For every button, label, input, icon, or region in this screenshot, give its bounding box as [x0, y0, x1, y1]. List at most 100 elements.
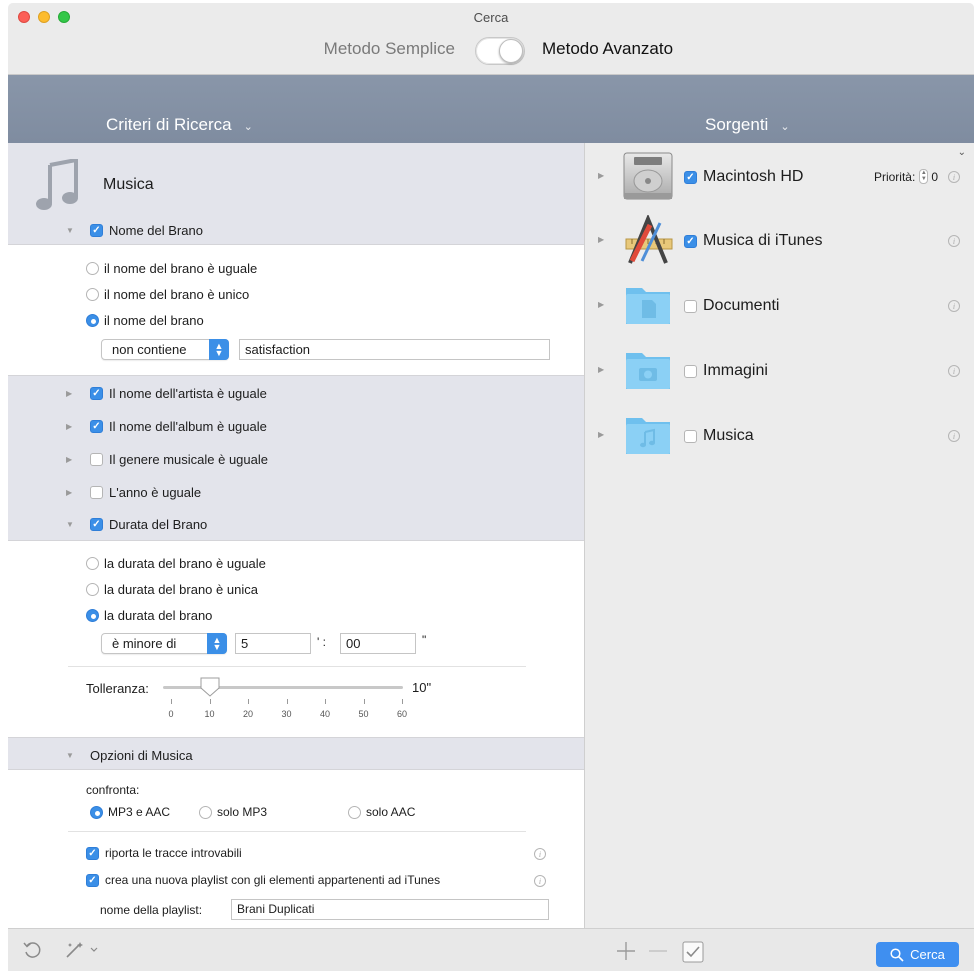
- criteria-checkbox[interactable]: [90, 453, 103, 466]
- criteria-album[interactable]: ▶ ✓ Il nome dell'album è uguale: [66, 419, 267, 434]
- duration-option-equal[interactable]: la durata del brano è uguale: [86, 556, 266, 571]
- info-icon[interactable]: i: [534, 848, 546, 860]
- duration-option-custom[interactable]: la durata del brano: [86, 608, 212, 623]
- info-icon[interactable]: i: [948, 365, 960, 377]
- disclosure-closed-icon[interactable]: ▶: [66, 422, 76, 431]
- song-name-checkbox[interactable]: ✓: [90, 224, 103, 237]
- song-name-option-custom[interactable]: il nome del brano: [86, 313, 204, 328]
- disclosure-closed-icon[interactable]: ▶: [66, 455, 76, 464]
- source-name: Musica: [703, 427, 754, 444]
- criteria-header[interactable]: Criteri di Ricerca ⌄: [106, 115, 253, 135]
- song-name-toggle[interactable]: ▼ ✓ Nome del Brano: [66, 223, 203, 238]
- create-playlist-checkbox[interactable]: ✓: [86, 873, 99, 887]
- compare-aac-only[interactable]: solo AAC: [348, 805, 415, 819]
- music-options-toggle[interactable]: ▼ Opzioni di Musica: [66, 748, 193, 763]
- source-checkbox[interactable]: ✓: [684, 234, 697, 248]
- duration-condition-select[interactable]: è minore di ▲ ▼: [101, 633, 227, 654]
- priority-stepper[interactable]: ▲ ▼: [919, 169, 929, 184]
- song-name-condition-select[interactable]: non contiene ▲ ▼: [101, 339, 229, 360]
- source-checkbox[interactable]: ✓: [684, 170, 697, 184]
- radio-button[interactable]: [90, 805, 103, 819]
- radio-button[interactable]: [86, 288, 99, 301]
- source-row[interactable]: ▶ Musica i: [586, 406, 974, 466]
- duration-minutes-field[interactable]: 5: [235, 633, 311, 654]
- disclosure-closed-icon[interactable]: ▶: [66, 488, 76, 497]
- magic-wand-icon[interactable]: [64, 940, 100, 960]
- add-icon[interactable]: [615, 940, 637, 962]
- disclosure-open-icon[interactable]: ▼: [66, 226, 76, 235]
- playlist-name-field[interactable]: Brani Duplicati: [231, 899, 549, 920]
- source-checkbox[interactable]: [684, 429, 697, 443]
- source-checkbox[interactable]: [684, 299, 697, 313]
- radio-button[interactable]: [86, 583, 99, 596]
- checkbox-label: riporta le tracce introvabili: [105, 846, 242, 860]
- source-row[interactable]: ▶ Documenti i: [586, 276, 974, 336]
- duration-toggle[interactable]: ▼ ✓ Durata del Brano: [66, 517, 207, 532]
- song-name-option-unique[interactable]: il nome del brano è unico: [86, 287, 249, 302]
- criteria-label: Il nome dell'album è uguale: [109, 419, 267, 434]
- radio-button[interactable]: [199, 805, 212, 819]
- remove-icon[interactable]: [647, 940, 669, 962]
- compare-mp3-aac[interactable]: MP3 e AAC: [90, 805, 170, 819]
- source-checkbox[interactable]: [684, 364, 697, 378]
- disclosure-closed-icon[interactable]: ▶: [598, 235, 608, 244]
- duration-checkbox[interactable]: ✓: [90, 518, 103, 531]
- disclosure-open-icon[interactable]: ▼: [66, 751, 76, 760]
- info-icon[interactable]: i: [948, 171, 960, 183]
- criteria-checkbox[interactable]: [90, 486, 103, 499]
- radio-button[interactable]: [348, 805, 361, 819]
- disclosure-closed-icon[interactable]: ▶: [598, 171, 608, 180]
- source-label: Musica: [684, 427, 754, 445]
- radio-button[interactable]: [86, 609, 99, 622]
- create-playlist-option[interactable]: ✓ crea una nuova playlist con gli element…: [86, 873, 440, 887]
- radio-label: la durata del brano è uguale: [104, 556, 266, 571]
- info-icon[interactable]: i: [948, 235, 960, 247]
- source-row[interactable]: ▶ ✓ Macintosh HD Priorità: ▲ ▼ 0 i: [586, 147, 974, 207]
- report-missing-option[interactable]: ✓ riporta le tracce introvabili: [86, 846, 242, 860]
- music-note-icon: [36, 159, 78, 210]
- simple-mode-label[interactable]: Metodo Semplice: [8, 39, 455, 59]
- disclosure-closed-icon[interactable]: ▶: [598, 430, 608, 439]
- radio-button[interactable]: [86, 557, 99, 570]
- disclosure-open-icon[interactable]: ▼: [66, 520, 76, 529]
- disclosure-closed-icon[interactable]: ▶: [598, 300, 608, 309]
- song-name-option-equal[interactable]: il nome del brano è uguale: [86, 261, 257, 276]
- check-all-icon[interactable]: [681, 940, 705, 964]
- duration-seconds-field[interactable]: 00: [340, 633, 416, 654]
- slider-tick-label: 10: [204, 709, 215, 719]
- sources-header[interactable]: Sorgenti ⌄: [705, 115, 790, 135]
- compare-mp3-only[interactable]: solo MP3: [199, 805, 267, 819]
- stepper-arrows-icon: ▲ ▼: [207, 633, 227, 654]
- source-row[interactable]: ▶ Immagini i: [586, 341, 974, 401]
- criteria-year[interactable]: ▶ L'anno è uguale: [66, 485, 201, 500]
- radio-label: la durata del brano è unica: [104, 582, 258, 597]
- radio-button[interactable]: [86, 314, 99, 327]
- seconds-unit: ": [422, 633, 427, 647]
- source-label: Documenti: [684, 297, 779, 315]
- radio-button[interactable]: [86, 262, 99, 275]
- advanced-mode-label[interactable]: Metodo Avanzato: [542, 39, 673, 59]
- info-icon[interactable]: i: [948, 430, 960, 442]
- source-label: ✓ Macintosh HD: [684, 168, 803, 186]
- disclosure-closed-icon[interactable]: ▶: [66, 389, 76, 398]
- mode-toggle[interactable]: [475, 37, 525, 65]
- duration-option-unique[interactable]: la durata del brano è unica: [86, 582, 258, 597]
- search-button[interactable]: Cerca: [876, 942, 959, 967]
- criteria-genre[interactable]: ▶ Il genere musicale è uguale: [66, 452, 268, 467]
- criteria-artist[interactable]: ▶ ✓ Il nome dell'artista è uguale: [66, 386, 267, 401]
- report-missing-checkbox[interactable]: ✓: [86, 846, 99, 860]
- disclosure-closed-icon[interactable]: ▶: [598, 365, 608, 374]
- criteria-checkbox[interactable]: ✓: [90, 420, 103, 433]
- slider-tick: [209, 699, 211, 704]
- source-row[interactable]: ▶ ✓ Musica di iTunes i: [586, 211, 974, 271]
- reset-icon[interactable]: [22, 940, 42, 960]
- info-icon[interactable]: i: [948, 300, 960, 312]
- song-name-value-field[interactable]: satisfaction: [239, 339, 550, 360]
- music-category-section: Musica ▼ ✓ Nome del Brano: [8, 143, 584, 245]
- criteria-checkbox[interactable]: ✓: [90, 387, 103, 400]
- slider-tick: [286, 699, 288, 704]
- info-icon[interactable]: i: [534, 875, 546, 887]
- tolerance-value: 10": [412, 680, 432, 695]
- tolerance-slider-thumb[interactable]: [199, 677, 221, 697]
- sources-panel: ⌄ ▶ ✓ Macintosh HD Priorità: ▲ ▼ 0 i ▶ ✓…: [586, 143, 974, 928]
